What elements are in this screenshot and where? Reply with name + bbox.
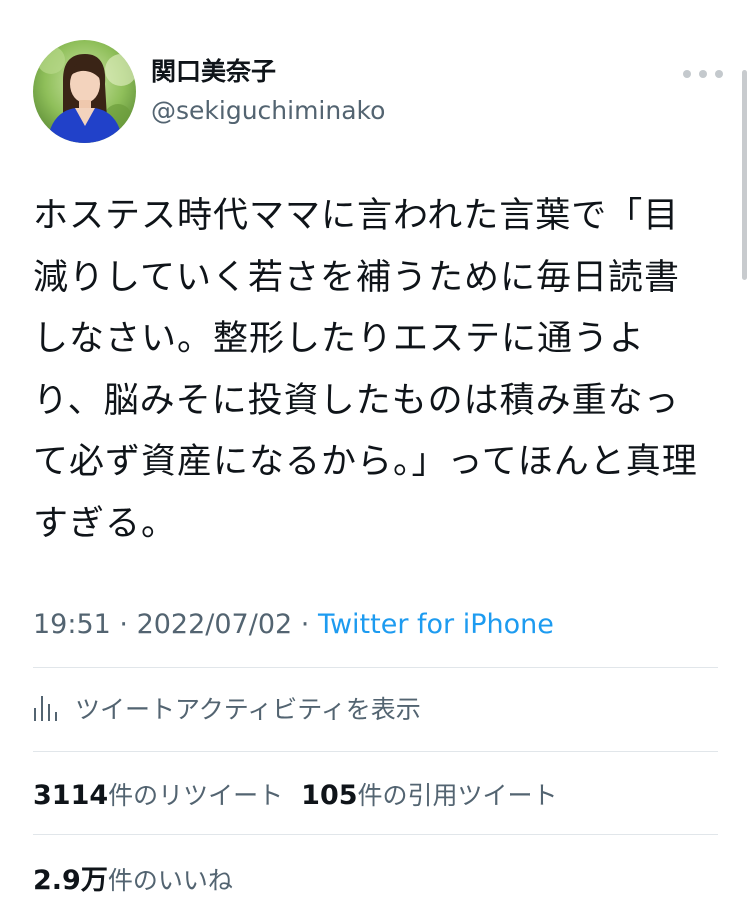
meta-separator: · [292,609,318,640]
user-handle[interactable]: @sekiguchiminako [151,95,385,127]
tweet-detail: 関口美奈子 @sekiguchiminako ホステス時代ママに言われた言葉で「… [0,0,750,902]
likes-count: 2.9万 [33,865,108,896]
retweets-link[interactable]: 3114件のリツイート [33,780,284,811]
retweets-count: 3114 [33,780,109,811]
display-name[interactable]: 関口美奈子 [151,56,276,88]
tweet-text: ホステス時代ママに言われた言葉で「目減りしていく若さを補うために毎日読書しなさい… [33,196,698,544]
likes-link[interactable]: 2.9万件のいいね [33,865,233,896]
quotes-link[interactable]: 105件の引用ツイート [301,780,558,811]
divider [33,834,718,835]
tweet-activity-label: ツイートアクティビティを表示 [75,695,421,724]
tweet-date[interactable]: 2022/07/02 [137,609,293,640]
meta-separator: · [110,609,137,640]
likes-stats-row: 2.9万件のいいね [33,858,233,897]
tweet-activity-link[interactable]: ツイートアクティビティを表示 [33,688,421,728]
more-options-icon[interactable] [683,62,723,86]
dot-icon [715,70,723,78]
avatar[interactable] [33,40,136,143]
retweets-label: 件のリツイート [108,781,284,810]
tweet-time[interactable]: 19:51 [33,609,111,640]
scrollbar[interactable] [742,70,747,280]
profile-photo-icon [33,40,136,143]
bar-chart-icon [34,696,57,721]
quotes-count: 105 [301,780,358,811]
retweet-stats-row: 3114件のリツイート 105件の引用ツイート [33,776,558,812]
likes-label: 件のいいね [107,866,233,895]
dot-icon [683,70,691,78]
divider [33,751,718,752]
divider [33,667,718,668]
tweet-header: 関口美奈子 @sekiguchiminako [33,40,723,144]
tweet-meta: 19:51 · 2022/07/02 · Twitter for iPhone [33,607,554,643]
dot-icon [699,70,707,78]
quotes-label: 件の引用ツイート [357,781,558,810]
tweet-source-link[interactable]: Twitter for iPhone [318,609,554,640]
